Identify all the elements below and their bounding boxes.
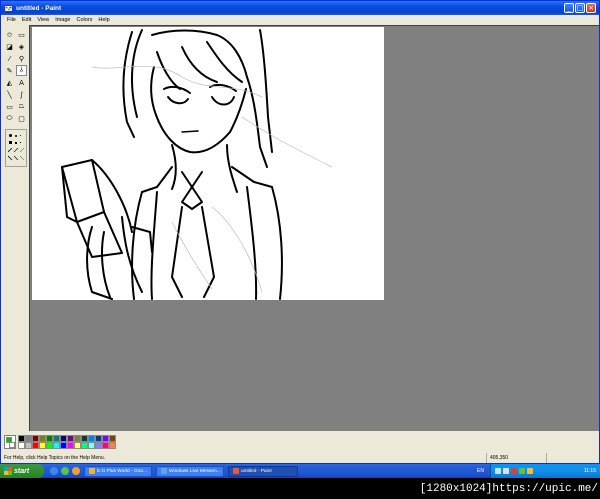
palette-swatch[interactable] [60, 435, 67, 442]
language-indicator[interactable]: EN [477, 468, 484, 474]
task-app-icon [233, 468, 239, 474]
paint-window: untitled - Paint _ □ × File Edit View Im… [0, 0, 600, 464]
palette-swatch[interactable] [67, 435, 74, 442]
palette-swatch[interactable] [88, 442, 95, 449]
menu-edit[interactable]: Edit [19, 17, 34, 23]
color-picker-icon[interactable]: ⁄ [4, 53, 15, 64]
palette-swatch[interactable] [95, 435, 102, 442]
palette-swatch[interactable] [53, 435, 60, 442]
taskbar-task-button[interactable]: Windows Live Messen... [156, 465, 224, 477]
task-label: Windows Live Messen... [169, 468, 221, 474]
menu-image[interactable]: Image [52, 17, 73, 23]
polygon-icon[interactable]: ⏢ [16, 101, 27, 112]
palette-swatch[interactable] [67, 442, 74, 449]
eraser-icon[interactable]: ◪ [4, 41, 15, 52]
menu-colors[interactable]: Colors [73, 17, 95, 23]
magnifier-icon[interactable]: ⚲ [16, 53, 27, 64]
palette-swatch[interactable] [81, 435, 88, 442]
palette-swatch[interactable] [39, 442, 46, 449]
line-icon[interactable]: ╲ [4, 89, 15, 100]
palette-swatch[interactable] [25, 435, 32, 442]
fill-icon[interactable]: ◈ [16, 41, 27, 52]
system-clock[interactable]: 11:15 [584, 468, 596, 474]
internet-explorer-icon[interactable] [50, 467, 58, 475]
palette-swatch[interactable] [109, 435, 116, 442]
palette-swatch[interactable] [95, 442, 102, 449]
palette-swatch[interactable] [18, 442, 25, 449]
menu-bar: File Edit View Image Colors Help [1, 15, 599, 25]
palette-swatch[interactable] [60, 442, 67, 449]
task-app-icon [161, 468, 167, 474]
tool-options-box[interactable] [5, 129, 27, 167]
palette-swatch[interactable] [18, 435, 25, 442]
status-bar: For Help, click Help Topics on the Help … [1, 453, 599, 463]
airbrush-icon[interactable]: ◭ [4, 77, 15, 88]
minimize-button[interactable]: _ [564, 3, 574, 13]
messenger-tray-icon[interactable] [519, 468, 525, 474]
status-help-text: For Help, click Help Topics on the Help … [1, 453, 487, 463]
anime-sketch-drawing [61, 29, 333, 300]
rect-select-icon[interactable]: ▭ [16, 29, 27, 40]
antivirus-icon[interactable] [527, 468, 533, 474]
palette-swatch[interactable] [32, 435, 39, 442]
task-label: untitled - Paint [241, 468, 272, 474]
resolution-watermark: [1280x1024]https://upic.me/ [419, 483, 598, 495]
rectangle-icon[interactable]: ▭ [4, 101, 15, 112]
palette-swatch[interactable] [53, 442, 60, 449]
menu-view[interactable]: View [34, 17, 52, 23]
palette-swatch[interactable] [109, 442, 116, 449]
window-title: untitled - Paint [16, 4, 62, 12]
background-color[interactable] [9, 442, 15, 448]
palette-swatch[interactable] [46, 442, 53, 449]
palette-swatch[interactable] [46, 435, 53, 442]
maximize-button[interactable]: □ [575, 3, 585, 13]
rounded-rect-icon[interactable]: ▢ [16, 113, 27, 124]
canvas-workspace [29, 25, 599, 431]
windows-logo-icon [4, 467, 12, 475]
volume-icon[interactable] [503, 468, 509, 474]
taskbar-task-button[interactable]: untitled - Paint [228, 465, 298, 477]
cursor-coordinates: 405,350 [487, 453, 547, 463]
task-app-icon [89, 468, 95, 474]
curve-icon[interactable]: ∫ [16, 89, 27, 100]
palette-swatch[interactable] [32, 442, 39, 449]
ellipse-icon[interactable]: ⬭ [4, 113, 15, 124]
menu-help[interactable]: Help [95, 17, 112, 23]
palette-swatch[interactable] [102, 442, 109, 449]
palette-swatch[interactable] [81, 442, 88, 449]
drawing-canvas[interactable] [32, 27, 384, 300]
palette-swatch[interactable] [74, 442, 81, 449]
free-select-icon[interactable]: ✩ [4, 29, 15, 40]
close-button[interactable]: × [586, 3, 596, 13]
taskbar: start E.O.Plus World - Goo... Windows Liv… [0, 464, 600, 478]
title-bar[interactable]: untitled - Paint _ □ × [1, 1, 599, 15]
palette-swatch[interactable] [39, 435, 46, 442]
start-label: start [14, 467, 30, 475]
palette-swatch[interactable] [102, 435, 109, 442]
palette-swatch[interactable] [74, 435, 81, 442]
menu-file[interactable]: File [4, 17, 19, 23]
system-tray: 11:15 [490, 464, 600, 478]
quick-launch [50, 467, 80, 475]
paint-app-icon [4, 5, 13, 11]
current-colors[interactable] [4, 435, 16, 449]
task-label: E.O.Plus World - Goo... [97, 468, 148, 474]
text-icon[interactable]: A [16, 77, 27, 88]
security-icon[interactable] [511, 468, 517, 474]
toolbox: ✩ ▭ ◪ ◈ ⁄ ⚲ ✎ ⫰ ◭ A ╲ ∫ ▭ ⏢ ⬭ ▢ [3, 27, 29, 429]
network-icon[interactable] [495, 468, 501, 474]
palette-swatch[interactable] [88, 435, 95, 442]
messenger-icon[interactable] [61, 467, 69, 475]
pencil-icon[interactable]: ✎ [4, 65, 15, 76]
palette-swatch[interactable] [25, 442, 32, 449]
media-player-icon[interactable] [72, 467, 80, 475]
taskbar-task-button[interactable]: E.O.Plus World - Goo... [84, 465, 152, 477]
color-palette [1, 432, 599, 452]
start-button[interactable]: start [0, 464, 44, 478]
brush-icon[interactable]: ⫰ [16, 65, 27, 76]
